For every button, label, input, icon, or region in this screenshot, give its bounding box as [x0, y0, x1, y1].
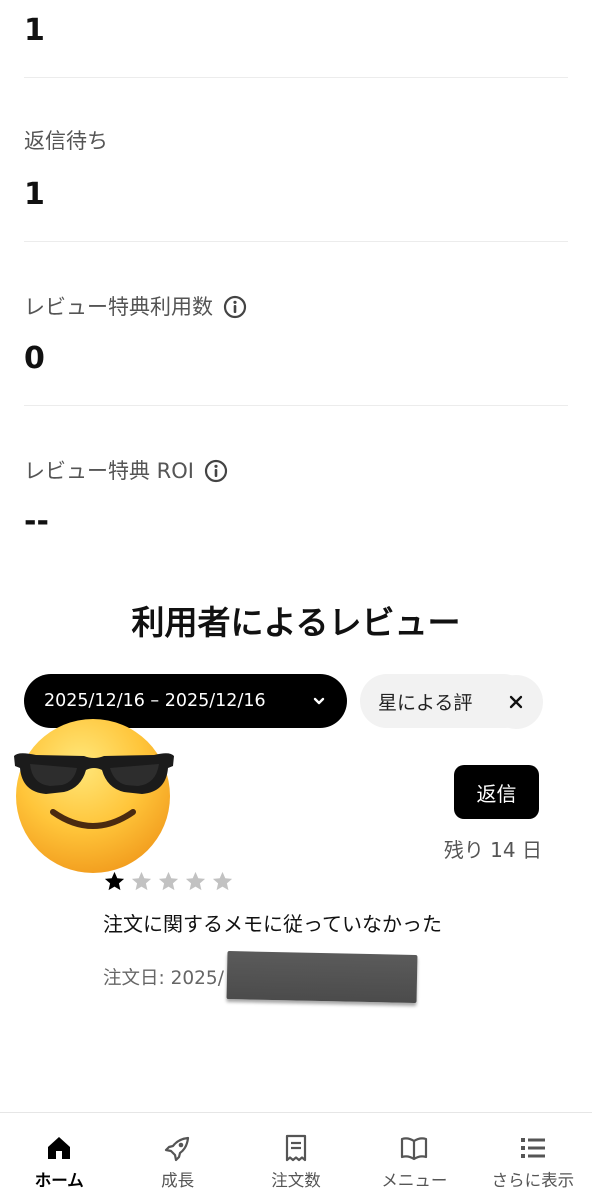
nav-growth-label: 成長 [161, 1171, 195, 1190]
awaiting-reply-value: 1 [24, 177, 45, 212]
divider [24, 77, 568, 78]
divider [24, 241, 568, 242]
nav-home[interactable]: ホーム [0, 1113, 118, 1200]
section-title: 利用者によるレビュー [131, 603, 461, 642]
awaiting-reply-label: 返信待ち [24, 131, 108, 152]
book-icon [401, 1137, 428, 1161]
orders-stat-value: 1 [24, 13, 45, 48]
clear-filters-button[interactable] [489, 675, 543, 729]
nav-orders[interactable]: 注文数 [237, 1113, 355, 1200]
star-empty-icon [212, 871, 233, 891]
close-icon [509, 695, 523, 709]
receipt-icon [285, 1134, 307, 1162]
review-perk-usage-label-text: レビュー特典利用数 [24, 294, 213, 319]
date-range-label: 2025/12/16 – 2025/12/16 [44, 691, 266, 711]
review-perk-usage-value: 0 [24, 341, 45, 376]
star-rating-filter-label: 星による評 [378, 691, 473, 714]
bottom-navigation: ホーム 成長 注文数 メニュー さらに表示 [0, 1112, 592, 1200]
nav-menu-label: メニュー [381, 1171, 448, 1190]
review-comment: 注文に関するメモに従っていなかった [103, 912, 442, 936]
sunglasses-emoji [14, 719, 174, 873]
reply-deadline: 残り 14 日 [443, 838, 542, 862]
order-date: 注文日: 2025/ [103, 968, 224, 989]
review-perk-roi-label-text: レビュー特典 ROI [24, 458, 194, 483]
star-empty-icon [185, 871, 206, 891]
info-icon[interactable] [204, 459, 228, 483]
home-icon [48, 1137, 71, 1159]
divider [24, 405, 568, 406]
chevron-down-icon [313, 697, 325, 705]
nav-more[interactable]: さらに表示 [474, 1113, 592, 1200]
store-insights-page: 1 返信待ち 1 レビュー特典利用数 0 レビュー特典 ROI -- 利用者によ… [0, 0, 592, 1200]
nav-menu[interactable]: メニュー [355, 1113, 473, 1200]
info-icon[interactable] [223, 295, 247, 319]
nav-more-label: さらに表示 [491, 1171, 575, 1190]
rocket-icon [164, 1136, 189, 1162]
nav-growth[interactable]: 成長 [118, 1113, 236, 1200]
awaiting-reply-label-text: 返信待ち [24, 129, 108, 153]
list-icon [520, 1138, 545, 1158]
review-perk-roi-label: レビュー特典 ROI [24, 459, 228, 483]
review-perk-roi-value: -- [24, 504, 49, 539]
reply-button[interactable]: 返信 [454, 765, 539, 819]
review-perk-usage-label: レビュー特典利用数 [24, 295, 247, 319]
nav-orders-label: 注文数 [271, 1171, 321, 1190]
nav-home-label: ホーム [34, 1171, 84, 1190]
redaction-block [226, 951, 418, 1003]
